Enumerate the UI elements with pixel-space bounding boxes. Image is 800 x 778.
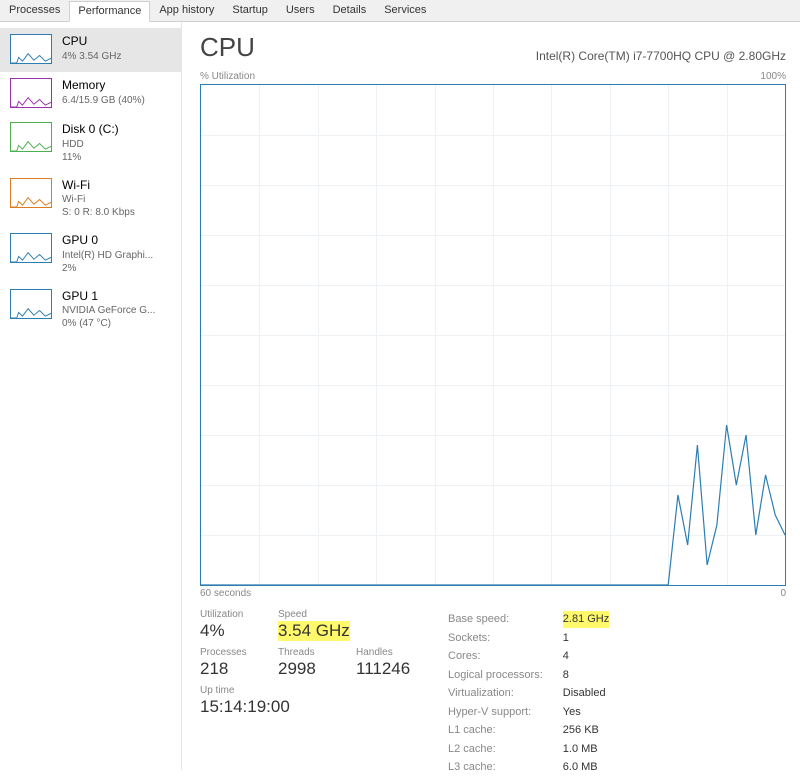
detail-key: L2 cache: <box>448 741 561 758</box>
graph-xright: 0 <box>780 588 786 599</box>
sidebar-item-sub2: 2% <box>62 262 153 275</box>
tab-app-history[interactable]: App history <box>150 0 223 21</box>
sidebar-item-gpu-1[interactable]: GPU 1NVIDIA GeForce G...0% (47 °C) <box>0 283 181 339</box>
sidebar-item-sub2: S: 0 R: 8.0 Kbps <box>62 206 135 219</box>
detail-row: Hyper-V support:Yes <box>448 704 609 721</box>
detail-row: Base speed:2.81 GHz <box>448 611 609 628</box>
cpu-stats: Utilization 4% Speed 3.54 GHz Processes … <box>200 609 786 778</box>
detail-row: Sockets:1 <box>448 630 609 647</box>
tab-processes[interactable]: Processes <box>0 0 69 21</box>
graph-ylabel: % Utilization <box>200 71 255 82</box>
detail-value: Disabled <box>563 685 609 702</box>
detail-key: L1 cache: <box>448 722 561 739</box>
sidebar-item-title: Wi-Fi <box>62 178 135 194</box>
sidebar-thumb-icon <box>10 289 52 319</box>
detail-row: Logical processors:8 <box>448 667 609 684</box>
detail-value: 4 <box>563 648 609 665</box>
performance-sidebar: CPU4% 3.54 GHzMemory6.4/15.9 GB (40%)Dis… <box>0 22 182 770</box>
tab-startup[interactable]: Startup <box>223 0 276 21</box>
sidebar-thumb-icon <box>10 122 52 152</box>
sidebar-item-memory[interactable]: Memory6.4/15.9 GB (40%) <box>0 72 181 116</box>
detail-key: Virtualization: <box>448 685 561 702</box>
sidebar-item-title: GPU 1 <box>62 289 155 305</box>
detail-key: Cores: <box>448 648 561 665</box>
sidebar-item-title: CPU <box>62 34 121 50</box>
cpu-panel: CPU Intel(R) Core(TM) i7-7700HQ CPU @ 2.… <box>182 22 800 770</box>
sidebar-item-title: GPU 0 <box>62 233 153 249</box>
detail-row: Cores:4 <box>448 648 609 665</box>
stat-speed-value: 3.54 GHz <box>278 621 350 641</box>
stat-utilization-value: 4% <box>200 621 260 641</box>
cpu-model: Intel(R) Core(TM) i7-7700HQ CPU @ 2.80GH… <box>536 49 786 63</box>
sidebar-item-sub: 4% 3.54 GHz <box>62 50 121 63</box>
detail-value: 1 <box>563 630 609 647</box>
sidebar-item-title: Memory <box>62 78 145 94</box>
sidebar-thumb-icon <box>10 78 52 108</box>
graph-xleft: 60 seconds <box>200 588 251 599</box>
tab-details[interactable]: Details <box>324 0 376 21</box>
sidebar-item-title: Disk 0 (C:) <box>62 122 119 138</box>
stat-handles-value: 111246 <box>356 659 416 679</box>
detail-value: 6.0 MB <box>563 759 609 776</box>
stat-threads-value: 2998 <box>278 659 338 679</box>
stat-uptime-value: 15:14:19:00 <box>200 697 360 717</box>
sidebar-item-sub: Wi-Fi <box>62 193 135 206</box>
cpu-utilization-graph[interactable] <box>200 84 786 586</box>
sidebar-thumb-icon <box>10 178 52 208</box>
detail-row: L1 cache:256 KB <box>448 722 609 739</box>
cpu-details-table: Base speed:2.81 GHzSockets:1Cores:4Logic… <box>446 609 611 778</box>
sidebar-item-sub: 6.4/15.9 GB (40%) <box>62 94 145 107</box>
sidebar-item-disk-0-c-[interactable]: Disk 0 (C:)HDD11% <box>0 116 181 172</box>
stat-uptime-label: Up time <box>200 685 360 696</box>
detail-value: Yes <box>563 704 609 721</box>
detail-row: L3 cache:6.0 MB <box>448 759 609 776</box>
detail-key: L3 cache: <box>448 759 561 776</box>
sidebar-item-sub2: 11% <box>62 151 119 164</box>
sidebar-item-sub: Intel(R) HD Graphi... <box>62 249 153 262</box>
stat-processes-value: 218 <box>200 659 260 679</box>
sidebar-item-cpu[interactable]: CPU4% 3.54 GHz <box>0 28 181 72</box>
detail-key: Logical processors: <box>448 667 561 684</box>
sidebar-item-sub: HDD <box>62 138 119 151</box>
sidebar-item-wi-fi[interactable]: Wi-FiWi-FiS: 0 R: 8.0 Kbps <box>0 172 181 228</box>
graph-ymax: 100% <box>760 71 786 82</box>
tab-services[interactable]: Services <box>375 0 435 21</box>
detail-value: 2.81 GHz <box>563 611 609 628</box>
detail-row: Virtualization:Disabled <box>448 685 609 702</box>
detail-value: 1.0 MB <box>563 741 609 758</box>
stat-threads-label: Threads <box>278 647 338 658</box>
panel-title: CPU <box>200 32 255 63</box>
stat-processes-label: Processes <box>200 647 260 658</box>
sidebar-thumb-icon <box>10 34 52 64</box>
tab-bar: ProcessesPerformanceApp historyStartupUs… <box>0 0 800 22</box>
detail-key: Sockets: <box>448 630 561 647</box>
detail-key: Base speed: <box>448 611 561 628</box>
stat-utilization-label: Utilization <box>200 609 260 620</box>
tab-performance[interactable]: Performance <box>69 1 150 22</box>
sidebar-item-gpu-0[interactable]: GPU 0Intel(R) HD Graphi...2% <box>0 227 181 283</box>
sidebar-thumb-icon <box>10 233 52 263</box>
detail-key: Hyper-V support: <box>448 704 561 721</box>
sidebar-item-sub2: 0% (47 °C) <box>62 317 155 330</box>
sidebar-item-sub: NVIDIA GeForce G... <box>62 304 155 317</box>
stat-speed-label: Speed <box>278 609 350 620</box>
detail-row: L2 cache:1.0 MB <box>448 741 609 758</box>
detail-value: 8 <box>563 667 609 684</box>
stat-handles-label: Handles <box>356 647 416 658</box>
tab-users[interactable]: Users <box>277 0 324 21</box>
detail-value: 256 KB <box>563 722 609 739</box>
